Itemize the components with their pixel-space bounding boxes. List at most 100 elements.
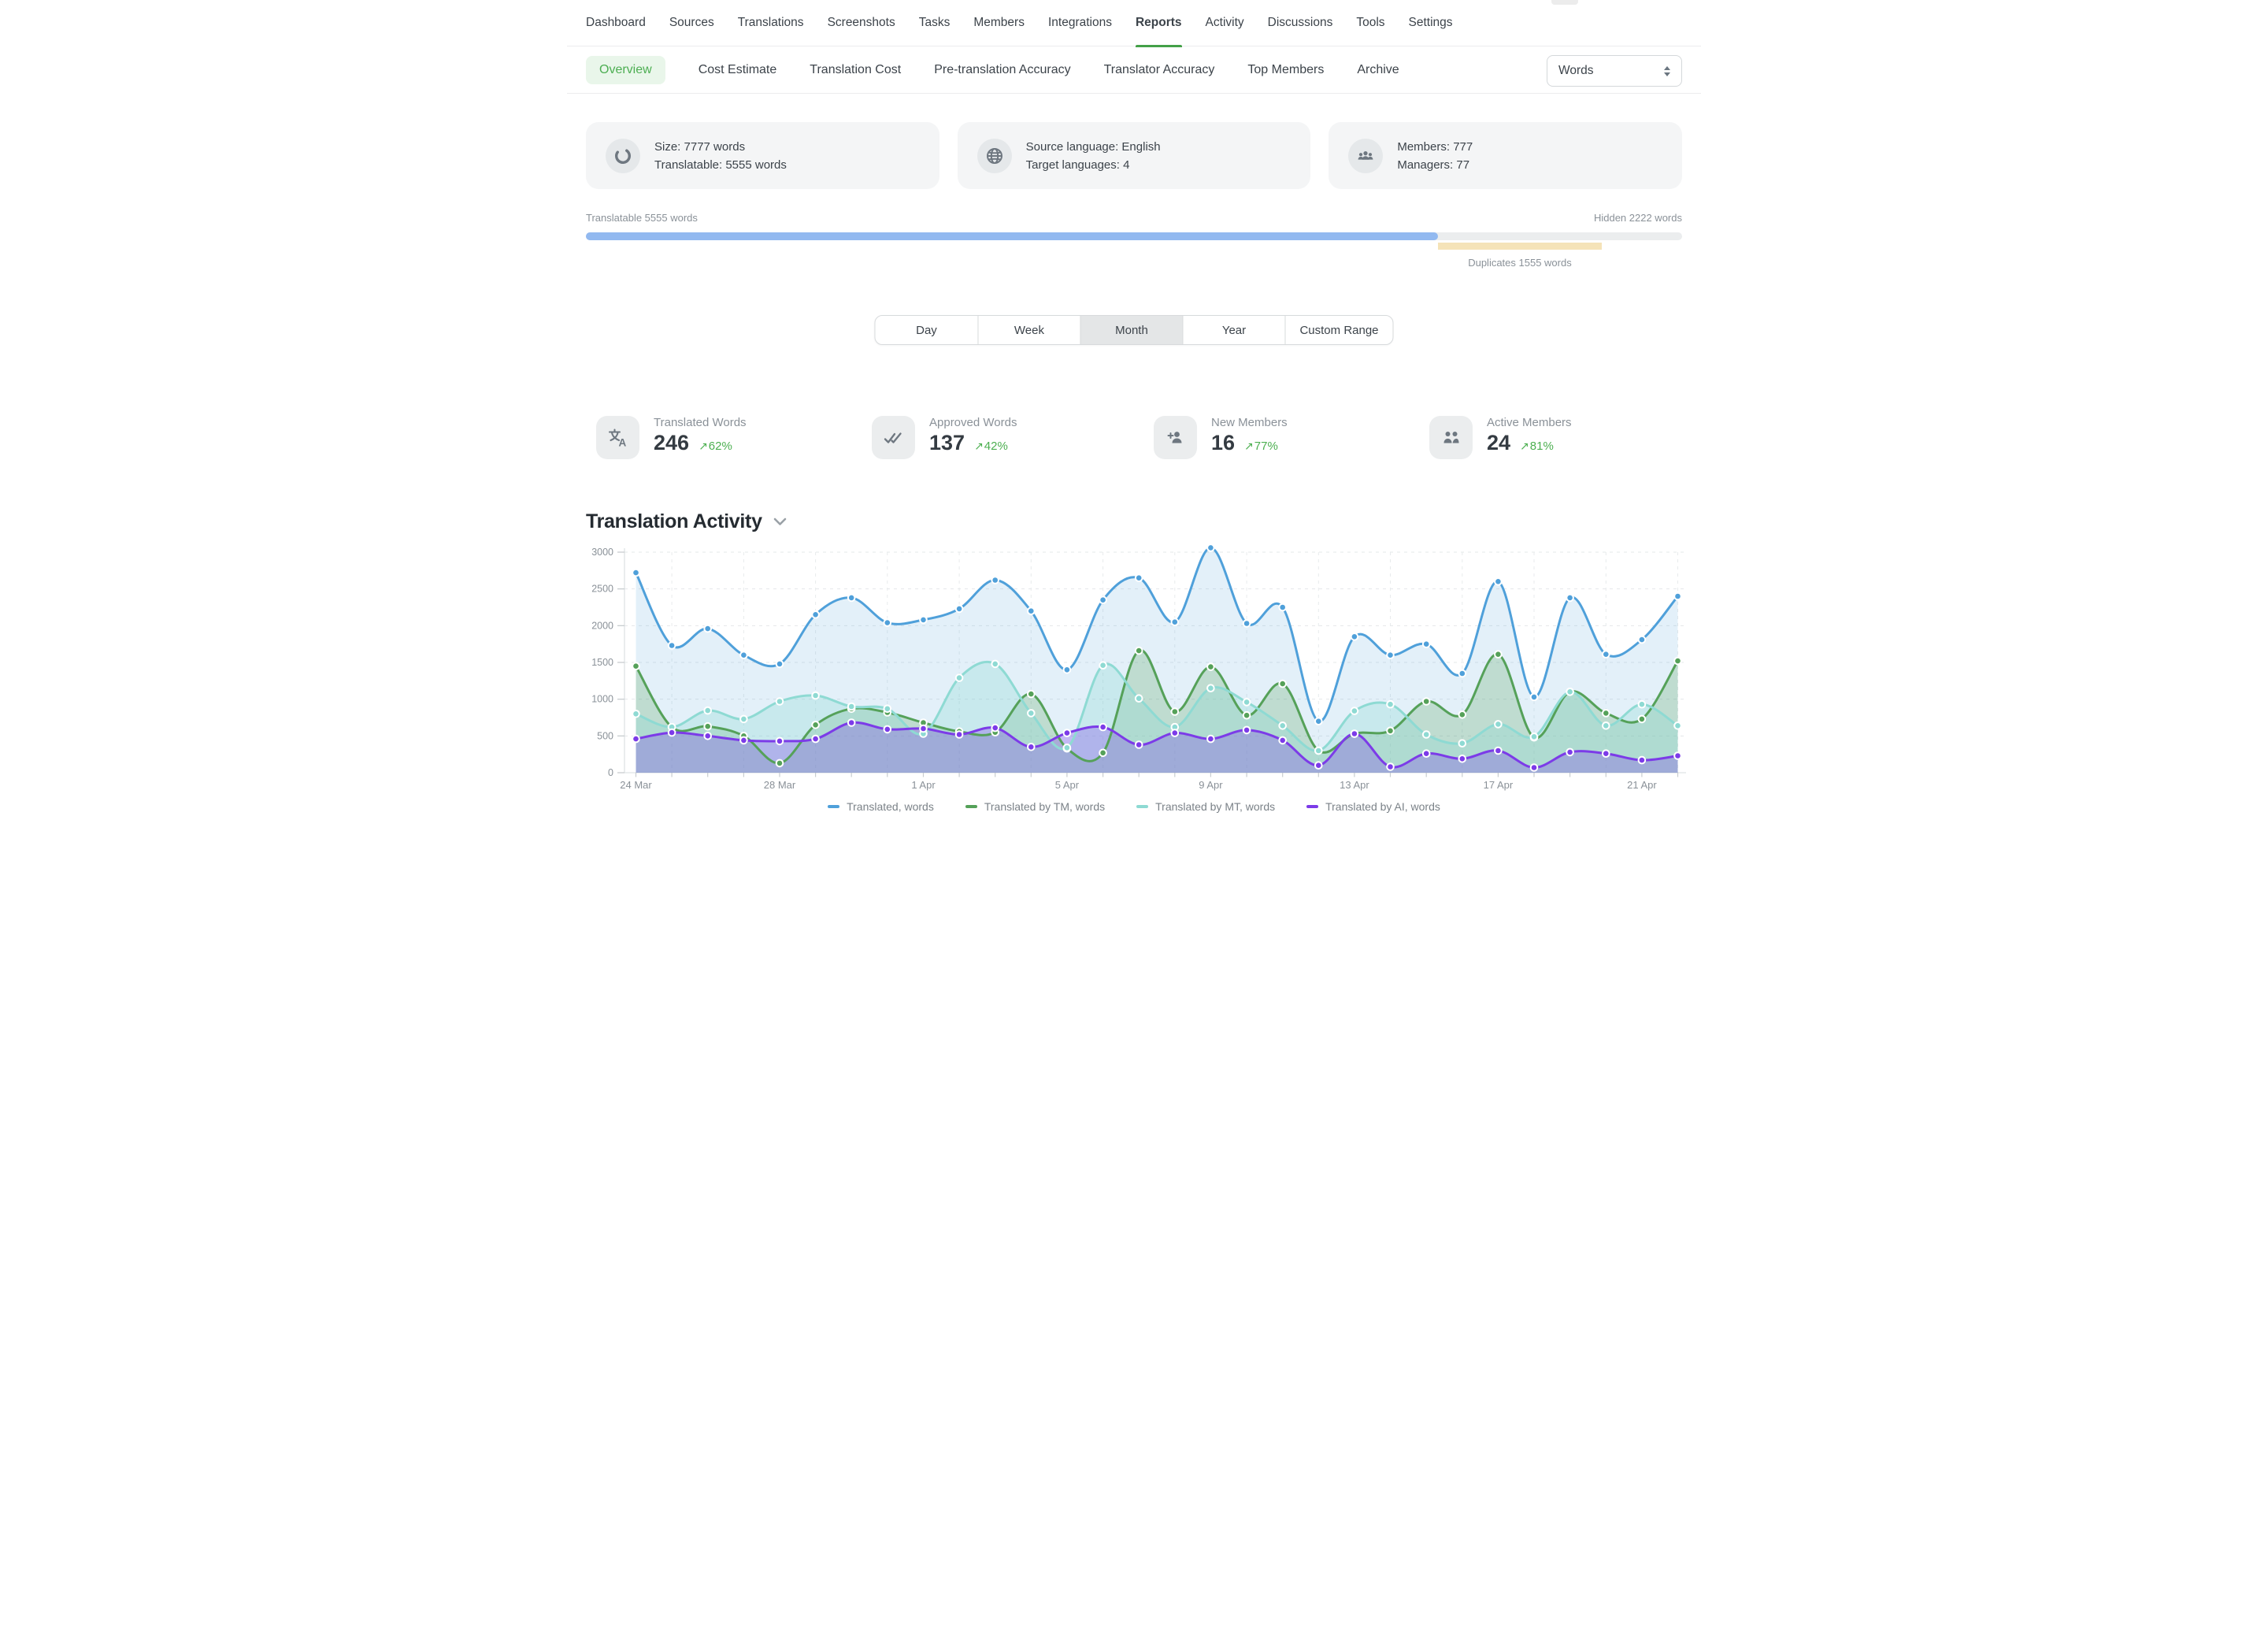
summary-card-line: Translatable: 5555 words: [654, 156, 787, 174]
trend-up-icon: ↗: [974, 440, 984, 452]
units-select-value: Words: [1558, 64, 1594, 78]
chevron-down-icon[interactable]: [773, 517, 787, 526]
nav-item-integrations[interactable]: Integrations: [1048, 0, 1112, 46]
subnav-item-pre-translation-accuracy[interactable]: Pre-translation Accuracy: [934, 56, 1070, 84]
kpi-label: New Members: [1211, 416, 1288, 429]
svg-text:17 Apr: 17 Apr: [1484, 779, 1514, 791]
people-icon: [1429, 416, 1473, 459]
translation-activity-chart: 05001000150020002500300024 Mar28 Mar1 Ap…: [567, 543, 1701, 797]
svg-text:28 Mar: 28 Mar: [764, 779, 796, 791]
nav-item-reports[interactable]: Reports: [1136, 0, 1182, 46]
legend-item-2[interactable]: Translated by MT, words: [1136, 800, 1275, 813]
members-group-icon: [1348, 139, 1383, 173]
nav-item-discussions[interactable]: Discussions: [1268, 0, 1333, 46]
subnav-item-archive[interactable]: Archive: [1357, 56, 1399, 84]
subnav-item-cost-estimate[interactable]: Cost Estimate: [699, 56, 777, 84]
words-progress-bar: [586, 232, 1682, 240]
nav-item-tools[interactable]: Tools: [1356, 0, 1384, 46]
legend-item-1[interactable]: Translated by TM, words: [965, 800, 1105, 813]
summary-card-text: Source language: EnglishTarget languages…: [1026, 138, 1161, 174]
chart-legend: Translated, words Translated by TM, words…: [567, 800, 1701, 813]
select-arrows-icon: [1664, 66, 1670, 76]
nav-item-translations[interactable]: Translations: [738, 0, 804, 46]
progress-ring-icon: [606, 139, 640, 173]
kpi-new-members: New Members 16 ↗77%: [1154, 416, 1288, 459]
svg-text:2500: 2500: [591, 584, 613, 595]
nav-item-dashboard[interactable]: Dashboard: [586, 0, 646, 46]
kpi-value-row: 16 ↗77%: [1211, 431, 1288, 455]
reports-overview-page: Dashboard Sources Translations Screenshots T…: [567, 0, 1701, 824]
kpi-delta-value: 42%: [984, 440, 1008, 453]
trend-up-icon: ↗: [699, 440, 708, 452]
legend-label: Translated by TM, words: [984, 800, 1105, 813]
range-tab-custom-range[interactable]: Custom Range: [1284, 316, 1392, 344]
legend-label: Translated, words: [847, 800, 934, 813]
nav-item-activity[interactable]: Activity: [1206, 0, 1244, 46]
legend-swatch: [828, 805, 839, 808]
double-check-icon: [872, 416, 915, 459]
subnav-item-translator-accuracy[interactable]: Translator Accuracy: [1104, 56, 1215, 84]
nav-item-settings[interactable]: Settings: [1409, 0, 1453, 46]
legend-item-3[interactable]: Translated by AI, words: [1306, 800, 1440, 813]
kpi-cards: ATranslated Words246↗62% Approved Words 13…: [567, 416, 1701, 471]
svg-text:3000: 3000: [591, 547, 613, 558]
kpi-body: Translated Words246↗62%: [654, 416, 747, 459]
legend-swatch: [1136, 805, 1148, 808]
reports-subnav: Overview Cost Estimate Translation Cost Pre…: [567, 47, 1701, 94]
range-tab-month[interactable]: Month: [1080, 316, 1182, 344]
subnav-item-top-members[interactable]: Top Members: [1247, 56, 1324, 84]
kpi-value-row: 137 ↗42%: [929, 431, 1017, 455]
legend-item-0[interactable]: Translated, words: [828, 800, 934, 813]
kpi-delta-value: 77%: [1254, 440, 1278, 453]
kpi-delta: ↗77%: [1244, 440, 1278, 453]
kpi-translated-words: ATranslated Words246↗62%: [596, 416, 747, 459]
subnav-item-overview[interactable]: Overview: [586, 56, 665, 84]
summary-card-line: Size: 7777 words: [654, 138, 787, 156]
svg-text:500: 500: [597, 730, 613, 741]
kpi-value: 137: [929, 431, 965, 455]
svg-text:2000: 2000: [591, 620, 613, 631]
svg-text:21 Apr: 21 Apr: [1627, 779, 1657, 791]
svg-text:24 Mar: 24 Mar: [620, 779, 652, 791]
top-navigation: Dashboard Sources Translations Screenshots T…: [567, 0, 1701, 46]
summary-card-text: Size: 7777 wordsTranslatable: 5555 words: [654, 138, 787, 174]
summary-card-line: Members: 777: [1397, 138, 1473, 156]
svg-text:5 Apr: 5 Apr: [1055, 779, 1080, 791]
section-title-row: Translation Activity: [586, 510, 787, 533]
date-range-tabs: DayWeekMonthYearCustom Range: [874, 315, 1393, 345]
kpi-label: Active Members: [1487, 416, 1572, 429]
kpi-delta: ↗81%: [1520, 440, 1554, 453]
kpi-value: 16: [1211, 431, 1235, 455]
nav-item-tasks[interactable]: Tasks: [919, 0, 951, 46]
legend-swatch: [965, 805, 977, 808]
trend-up-icon: ↗: [1520, 440, 1529, 452]
summary-card-line: Target languages: 4: [1026, 156, 1161, 174]
range-tab-day[interactable]: Day: [875, 316, 977, 344]
chart-svg: 05001000150020002500300024 Mar28 Mar1 Ap…: [567, 543, 1701, 797]
nav-item-members[interactable]: Members: [973, 0, 1025, 46]
summary-card-line: Source language: English: [1026, 138, 1161, 156]
nav-item-screenshots[interactable]: Screenshots: [828, 0, 895, 46]
units-select[interactable]: Words: [1547, 55, 1682, 87]
summary-card-line: Managers: 77: [1397, 156, 1473, 174]
nav-item-sources[interactable]: Sources: [669, 0, 714, 46]
person-add-icon: [1154, 416, 1197, 459]
svg-text:9 Apr: 9 Apr: [1199, 779, 1223, 791]
kpi-body: New Members 16 ↗77%: [1211, 416, 1288, 459]
range-tab-week[interactable]: Week: [977, 316, 1080, 344]
summary-card: Members: 777Managers: 77: [1329, 122, 1682, 189]
range-tab-year[interactable]: Year: [1182, 316, 1284, 344]
summary-card-text: Members: 777Managers: 77: [1397, 138, 1473, 174]
project-summary-cards: Size: 7777 wordsTranslatable: 5555 words…: [586, 122, 1682, 189]
legend-label: Translated by MT, words: [1155, 800, 1275, 813]
kpi-delta-value: 62%: [709, 440, 732, 453]
kpi-active-members: Active Members24↗81%: [1429, 416, 1572, 459]
progress-labels: Translatable 5555 words Hidden 2222 word…: [586, 212, 1682, 224]
svg-text:1000: 1000: [591, 694, 613, 705]
duplicates-bar: [1438, 243, 1603, 250]
subnav-item-translation-cost[interactable]: Translation Cost: [810, 56, 901, 84]
kpi-label: Approved Words: [929, 416, 1017, 429]
hidden-label: Hidden 2222 words: [1594, 212, 1682, 224]
kpi-body: Approved Words 137 ↗42%: [929, 416, 1017, 459]
translatable-progress-fill: [586, 232, 1438, 240]
